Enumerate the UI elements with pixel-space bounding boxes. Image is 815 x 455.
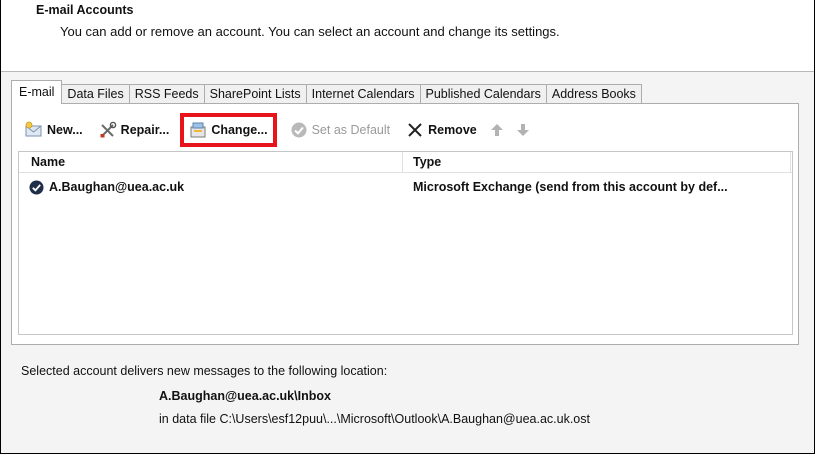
tab-rss-feeds[interactable]: RSS Feeds — [129, 84, 205, 104]
tab-strip: E-mail Data Files RSS Feeds SharePoint L… — [11, 80, 642, 104]
repair-tools-icon — [100, 121, 116, 138]
tab-internet-calendars[interactable]: Internet Calendars — [306, 84, 421, 104]
remove-label: Remove — [428, 123, 477, 137]
delivery-data-file: in data file C:\Users\esf12puu\...\Micro… — [159, 412, 590, 426]
new-account-button[interactable]: New... — [22, 119, 86, 141]
list-header: Name Type — [19, 152, 792, 173]
header-description: You can add or remove an account. You ca… — [60, 24, 560, 39]
set-as-default-button[interactable]: Set as Default — [287, 119, 394, 141]
header-title: E-mail Accounts — [36, 3, 134, 17]
account-toolbar: New... Repair... Change... Set as Defaul… — [22, 113, 542, 147]
tab-address-books[interactable]: Address Books — [546, 84, 642, 104]
tab-email[interactable]: E-mail — [11, 80, 63, 104]
check-circle-icon — [291, 122, 307, 138]
change-label: Change... — [211, 123, 268, 137]
tab-data-files[interactable]: Data Files — [62, 84, 130, 104]
default-account-check-icon — [29, 180, 44, 195]
change-settings-icon — [190, 122, 206, 138]
set-as-default-label: Set as Default — [311, 123, 391, 137]
column-separator[interactable] — [402, 152, 403, 172]
remove-x-icon — [408, 123, 422, 137]
repair-label: Repair... — [120, 123, 170, 137]
account-type: Microsoft Exchange (send from this accou… — [413, 180, 728, 194]
dialog-header: E-mail Accounts You can add or remove an… — [1, 0, 814, 72]
account-row[interactable]: A.Baughan@uea.ac.uk Microsoft Exchange (… — [19, 176, 792, 198]
tab-published-calendars[interactable]: Published Calendars — [420, 84, 547, 104]
account-name: A.Baughan@uea.ac.uk — [49, 180, 185, 194]
new-mail-icon — [25, 121, 42, 137]
repair-button[interactable]: Repair... — [96, 119, 173, 141]
remove-button[interactable]: Remove — [403, 119, 480, 141]
move-down-arrow-icon[interactable] — [516, 123, 530, 137]
move-up-arrow-icon[interactable] — [490, 123, 504, 137]
change-button[interactable]: Change... — [180, 113, 277, 147]
tab-sharepoint-lists[interactable]: SharePoint Lists — [204, 84, 307, 104]
account-list: Name Type A.Baughan@uea.ac.uk Microsoft … — [18, 151, 793, 335]
column-separator[interactable] — [790, 152, 791, 172]
new-account-label: New... — [47, 123, 83, 137]
delivery-location-label: Selected account delivers new messages t… — [21, 364, 388, 378]
column-header-name[interactable]: Name — [31, 152, 65, 172]
column-header-type[interactable]: Type — [413, 152, 441, 172]
delivery-location-path: A.Baughan@uea.ac.uk\Inbox — [159, 389, 331, 403]
